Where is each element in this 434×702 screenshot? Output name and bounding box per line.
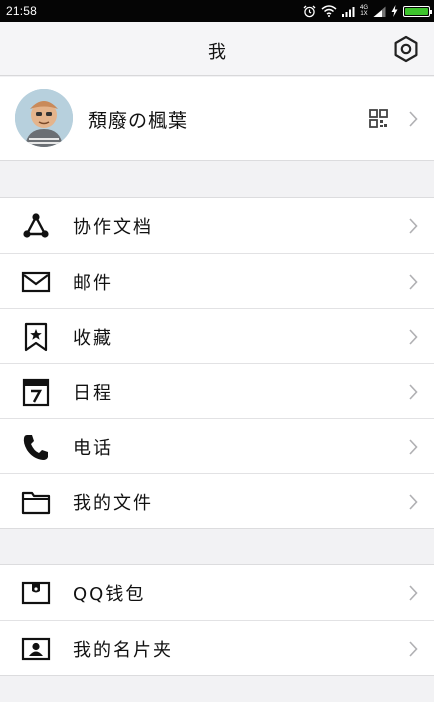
battery-level: [405, 7, 428, 15]
menu-item-label: 我的名片夹: [73, 640, 173, 661]
wallet-icon: [21, 581, 51, 605]
battery-icon: [403, 5, 432, 17]
business-card-icon: [21, 637, 51, 661]
folder-icon: [21, 491, 51, 515]
chevron-right-icon: [409, 329, 418, 345]
qr-code-icon[interactable]: [369, 109, 388, 128]
avatar-image: [15, 89, 73, 147]
menu-item-my-files[interactable]: 我的文件: [0, 473, 434, 528]
menu-item-schedule[interactable]: 日程: [0, 363, 434, 418]
menu-item-phone[interactable]: 电话: [0, 418, 434, 473]
menu-item-label: 收藏: [73, 328, 113, 349]
calendar-icon: [22, 378, 50, 407]
menu-item-label: 我的文件: [73, 493, 153, 514]
status-bar: 21:58 4G 1X: [0, 0, 434, 22]
avatar[interactable]: [15, 89, 73, 147]
network-type: 4G 1X: [359, 5, 368, 17]
status-time: 21:58: [6, 4, 38, 18]
alarm-icon: [303, 5, 316, 17]
menu-item-label: 电话: [73, 438, 113, 459]
chevron-right-icon: [409, 439, 418, 455]
chevron-right-icon: [409, 274, 418, 290]
menu-item-label: QQ钱包: [73, 584, 146, 605]
title-bar: 我: [0, 22, 434, 76]
chevron-right-icon: [409, 111, 418, 127]
menu-item-qq-wallet[interactable]: QQ钱包: [0, 565, 434, 620]
settings-icon[interactable]: [392, 35, 420, 63]
menu-item-label: 协作文档: [73, 217, 153, 238]
wifi-icon: [321, 5, 337, 17]
menu-item-label: 日程: [73, 383, 113, 404]
bookmark-star-icon: [24, 322, 48, 352]
nickname: 頽廢の楓葉: [88, 110, 189, 132]
chevron-right-icon: [409, 384, 418, 400]
chevron-right-icon: [409, 218, 418, 234]
mail-icon: [21, 271, 51, 293]
status-icons: 4G 1X: [303, 3, 432, 19]
phone-icon: [23, 435, 48, 460]
menu-item-business-cards[interactable]: 我的名片夹: [0, 620, 434, 675]
chevron-right-icon: [409, 641, 418, 657]
menu-item-collab-docs[interactable]: 协作文档: [0, 198, 434, 253]
chevron-right-icon: [409, 494, 418, 510]
chevron-right-icon: [409, 585, 418, 601]
menu-item-favorites[interactable]: 收藏: [0, 308, 434, 363]
page-title: 我: [208, 42, 226, 63]
menu-item-mail[interactable]: 邮件: [0, 253, 434, 308]
menu-item-label: 邮件: [73, 273, 113, 294]
signal-icon-2: [373, 6, 386, 17]
profile-card[interactable]: 頽廢の楓葉: [0, 77, 434, 161]
menu-group-1: 协作文档 邮件 收藏 日程 电话 我的文件: [0, 197, 434, 529]
menu-group-2: QQ钱包 我的名片夹: [0, 564, 434, 676]
charging-icon: [391, 5, 398, 17]
collaboration-icon: [23, 213, 49, 238]
signal-icon-1: [341, 6, 355, 17]
